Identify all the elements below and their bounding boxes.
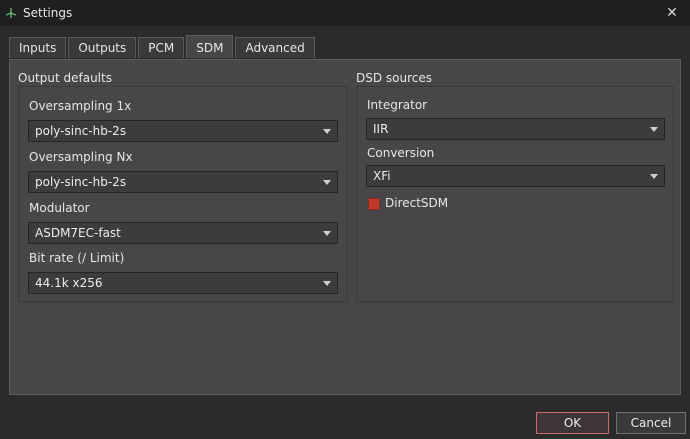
modulator-value: ASDM7EC-fast: [35, 226, 121, 240]
modulator-select[interactable]: ASDM7EC-fast: [28, 222, 338, 244]
oversampling-nx-value: poly-sinc-hb-2s: [35, 175, 127, 189]
conversion-label: Conversion: [367, 146, 435, 160]
tab-sdm[interactable]: SDM: [186, 35, 234, 58]
oversampling-nx-label: Oversampling Nx: [29, 150, 133, 164]
close-icon[interactable]: ✕: [662, 4, 682, 22]
conversion-value: XFi: [373, 169, 391, 183]
integrator-select[interactable]: IIR: [366, 118, 665, 140]
chevron-down-icon: [650, 174, 658, 179]
bit-rate-value: 44.1k x256: [35, 276, 103, 290]
chevron-down-icon: [323, 281, 331, 286]
oversampling-1x-label: Oversampling 1x: [29, 99, 132, 113]
tab-advanced[interactable]: Advanced: [235, 37, 315, 58]
modulator-label: Modulator: [29, 201, 90, 215]
tab-inputs[interactable]: Inputs: [9, 37, 67, 58]
bit-rate-select[interactable]: 44.1k x256: [28, 272, 338, 294]
tab-pcm[interactable]: PCM: [138, 37, 185, 58]
integrator-label: Integrator: [367, 98, 428, 112]
app-icon: [5, 8, 17, 18]
chevron-down-icon: [323, 129, 331, 134]
chevron-down-icon: [323, 231, 331, 236]
oversampling-nx-select[interactable]: poly-sinc-hb-2s: [28, 171, 338, 193]
window-title: Settings: [23, 6, 73, 20]
output-defaults-title: Output defaults: [18, 71, 112, 85]
sdm-panel: Output defaults Oversampling 1x poly-sin…: [9, 59, 681, 395]
direct-sdm-label: DirectSDM: [385, 196, 449, 210]
oversampling-1x-value: poly-sinc-hb-2s: [35, 124, 127, 138]
oversampling-1x-select[interactable]: poly-sinc-hb-2s: [28, 120, 338, 142]
tab-bar: Inputs Outputs PCM SDM Advanced: [9, 35, 317, 59]
conversion-select[interactable]: XFi: [366, 165, 665, 187]
integrator-value: IIR: [373, 122, 389, 136]
direct-sdm-checkbox[interactable]: [368, 198, 380, 210]
bit-rate-label: Bit rate (/ Limit): [29, 251, 125, 265]
dsd-sources-title: DSD sources: [356, 71, 433, 85]
ok-button[interactable]: OK: [536, 412, 609, 434]
output-defaults-group: [18, 86, 348, 302]
chevron-down-icon: [323, 180, 331, 185]
cancel-button[interactable]: Cancel: [616, 412, 686, 434]
chevron-down-icon: [650, 127, 658, 132]
tab-outputs[interactable]: Outputs: [68, 37, 137, 58]
title-bar: Settings ✕: [0, 0, 690, 26]
